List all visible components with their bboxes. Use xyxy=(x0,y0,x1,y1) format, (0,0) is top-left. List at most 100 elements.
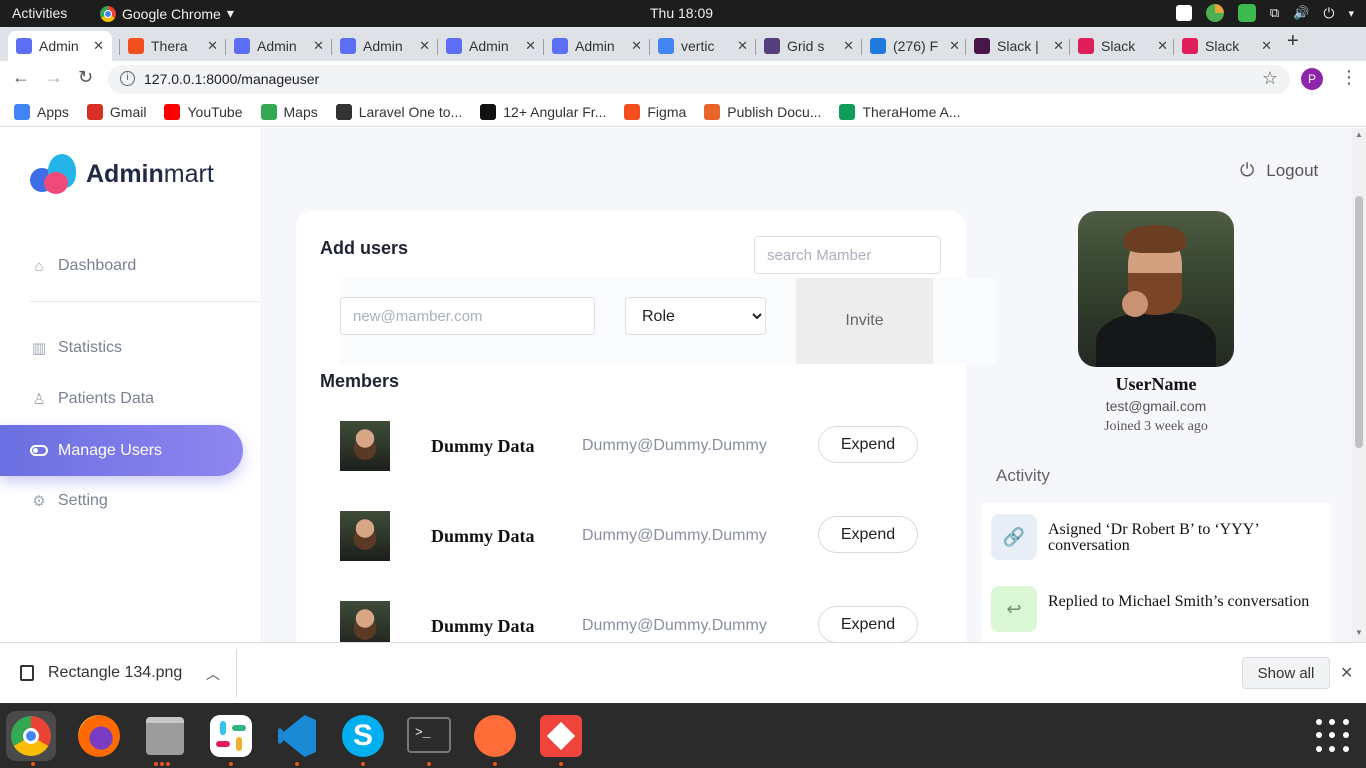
running-indicator xyxy=(295,762,299,766)
close-icon[interactable]: ✕ xyxy=(843,38,854,54)
role-select[interactable]: Role xyxy=(625,297,766,335)
gear-icon: ⚙ xyxy=(32,493,46,510)
chart-tray-icon[interactable] xyxy=(1205,4,1224,22)
bookmark-item[interactable]: 12+ Angular Fr... xyxy=(480,103,606,120)
chevron-up-icon[interactable]: ︿ xyxy=(206,664,220,684)
download-item[interactable]: Rectangle 134.png xyxy=(20,664,182,682)
activities-button[interactable]: Activities xyxy=(12,5,67,21)
sidebar-item-manage-users[interactable]: Manage Users xyxy=(0,425,243,476)
show-applications-icon[interactable] xyxy=(1316,719,1350,753)
system-tray[interactable]: ⧉ 🔊 ⏻ ▾ xyxy=(1175,4,1354,22)
close-icon[interactable]: ✕ xyxy=(1157,38,1168,54)
browser-tab[interactable]: Grid s ✕ xyxy=(756,31,862,61)
bookmark-star-icon[interactable]: ☆ xyxy=(1262,68,1278,89)
scroll-up-icon[interactable]: ▲ xyxy=(1355,130,1363,139)
browser-tab[interactable]: Admin ✕ xyxy=(8,31,112,61)
address-bar[interactable]: i 127.0.0.1:8000/manageuser ☆ xyxy=(108,65,1290,94)
browser-tab[interactable]: Admin ✕ xyxy=(226,31,332,61)
scroll-down-icon[interactable]: ▼ xyxy=(1355,628,1363,637)
sidebar-item-setting[interactable]: ⚙ Setting xyxy=(30,486,108,516)
browser-tab[interactable]: Slack ✕ xyxy=(1070,31,1176,61)
expend-button[interactable]: Expend xyxy=(818,606,918,642)
expend-button[interactable]: Expend xyxy=(818,516,918,553)
vscode-dock-icon[interactable] xyxy=(272,711,322,761)
close-icon[interactable]: ✕ xyxy=(1340,663,1353,683)
browser-tab[interactable]: Admin ✕ xyxy=(438,31,544,61)
page-scrollbar[interactable]: ▲ ▼ xyxy=(1352,128,1366,642)
expend-button[interactable]: Expend xyxy=(818,426,918,463)
close-icon[interactable]: ✕ xyxy=(737,38,748,54)
chevron-down-icon[interactable]: ▾ xyxy=(1348,7,1354,20)
new-tab-button[interactable]: + xyxy=(1287,30,1299,53)
browser-tab[interactable]: Admin ✕ xyxy=(544,31,650,61)
close-icon[interactable]: ✕ xyxy=(631,38,642,54)
close-icon[interactable]: ✕ xyxy=(419,38,430,54)
invite-button[interactable]: Invite xyxy=(796,278,933,364)
close-icon[interactable]: ✕ xyxy=(1261,38,1272,54)
skype-dock-icon[interactable]: S xyxy=(338,711,388,761)
bookmark-item[interactable]: Figma xyxy=(624,103,687,120)
running-indicator xyxy=(427,762,431,766)
bookmark-item[interactable]: Publish Docu... xyxy=(704,103,821,120)
email-field[interactable] xyxy=(340,297,595,335)
profile-avatar[interactable]: P xyxy=(1301,68,1323,90)
sidebar-item-dashboard[interactable]: ⌂ Dashboard xyxy=(30,251,136,281)
anydesk-dock-icon[interactable] xyxy=(536,711,586,761)
close-icon[interactable]: ✕ xyxy=(207,38,218,54)
firefox-dock-icon[interactable] xyxy=(74,711,124,761)
postman-dock-icon[interactable] xyxy=(470,711,520,761)
sidebar-item-statistics[interactable]: ▥ Statistics xyxy=(30,333,122,363)
url-text[interactable]: 127.0.0.1:8000/manageuser xyxy=(144,71,319,87)
search-member-input[interactable] xyxy=(754,236,941,274)
browser-tab[interactable]: Thera ✕ xyxy=(120,31,226,61)
bookmark-label: Figma xyxy=(647,103,687,120)
bookmark-item[interactable]: Apps xyxy=(14,103,69,120)
browser-tab[interactable]: Slack ✕ xyxy=(1174,31,1280,61)
bookmark-item[interactable]: YouTube xyxy=(164,103,243,120)
logout-button[interactable]: ⏻ Logout xyxy=(1240,160,1318,181)
bookmark-item[interactable]: Maps xyxy=(260,103,318,120)
browser-tab[interactable]: Slack | ✕ xyxy=(966,31,1072,61)
browser-tab[interactable]: vertic ✕ xyxy=(650,31,756,61)
close-icon[interactable]: ✕ xyxy=(313,38,324,54)
menu-kebab-icon[interactable]: ⋮ xyxy=(1340,67,1358,88)
brand-logo[interactable]: Adminmart xyxy=(30,154,214,194)
terminal-dock-icon[interactable]: >_ xyxy=(404,711,454,761)
adminmart-icon xyxy=(552,38,568,54)
member-name: Dummy Data xyxy=(431,616,535,636)
slack-tray-icon[interactable] xyxy=(1175,5,1192,21)
slack-dock-icon[interactable] xyxy=(206,711,256,761)
show-all-button[interactable]: Show all xyxy=(1242,657,1330,689)
tab-title: Slack | xyxy=(997,38,1039,54)
close-icon[interactable]: ✕ xyxy=(525,38,536,54)
bookmark-item[interactable]: TheraHome A... xyxy=(839,103,961,120)
chrome-dock-icon[interactable] xyxy=(6,711,56,761)
activity-title: Activity xyxy=(996,466,1050,485)
check-tray-icon[interactable] xyxy=(1237,4,1256,22)
power-icon[interactable]: ⏻ xyxy=(1323,5,1334,22)
app-menu[interactable]: Google Chrome ▾ xyxy=(100,5,234,22)
adminmart-icon xyxy=(446,38,462,54)
volume-icon[interactable]: 🔊 xyxy=(1293,5,1309,21)
bookmark-item[interactable]: Gmail xyxy=(86,103,146,120)
tab-strip: Admin ✕ Thera ✕ Admin ✕ Admin ✕ Admin ✕ Admin ✕ vert… xyxy=(0,27,1366,61)
files-dock-icon[interactable] xyxy=(140,711,190,761)
tab-separator xyxy=(331,39,332,55)
browser-tab[interactable]: (276) F ✕ xyxy=(862,31,968,61)
close-icon[interactable]: ✕ xyxy=(93,38,104,54)
forward-arrow-icon[interactable]: → xyxy=(45,67,63,88)
back-arrow-icon[interactable]: ← xyxy=(12,67,30,88)
network-icon[interactable]: ⧉ xyxy=(1270,5,1279,21)
scrollbar-thumb[interactable] xyxy=(1355,196,1363,448)
bookmark-item[interactable]: Laravel One to... xyxy=(335,103,462,120)
clock[interactable]: Thu 18:09 xyxy=(650,5,713,21)
browser-tab[interactable]: Admin ✕ xyxy=(332,31,438,61)
close-icon[interactable]: ✕ xyxy=(1053,38,1064,54)
bookmark-label: Apps xyxy=(37,103,69,120)
running-indicator xyxy=(166,762,170,766)
sidebar-item-patients-data[interactable]: ♙ Patients Data xyxy=(30,384,154,414)
close-icon[interactable]: ✕ xyxy=(949,38,960,54)
reload-icon[interactable]: ↻ xyxy=(78,67,93,88)
info-icon[interactable]: i xyxy=(120,71,135,86)
power-icon: ⏻ xyxy=(1240,160,1255,180)
